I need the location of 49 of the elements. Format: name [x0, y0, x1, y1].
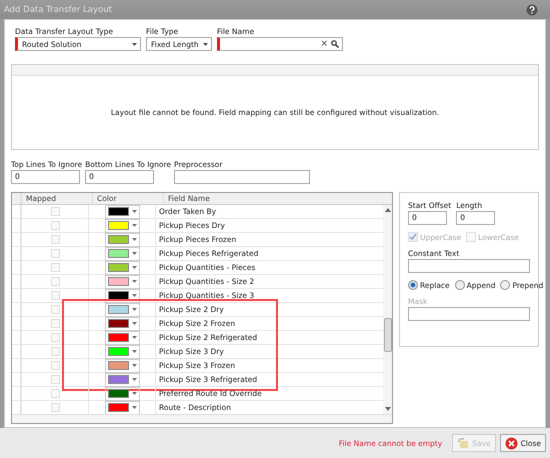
- caret-icon: [132, 378, 137, 381]
- color-picker[interactable]: [105, 260, 140, 274]
- scroll-up-icon[interactable]: [384, 208, 390, 212]
- caret-icon: [132, 350, 137, 353]
- caret-icon: [132, 252, 137, 255]
- color-picker[interactable]: [105, 246, 140, 260]
- scroll-thumb[interactable]: [384, 318, 392, 352]
- color-picker[interactable]: [105, 372, 140, 386]
- color-picker[interactable]: [105, 358, 140, 372]
- caret-icon: [132, 308, 137, 311]
- input-field[interactable]: [408, 307, 530, 321]
- color-picker[interactable]: [105, 302, 140, 316]
- radio-button[interactable]: [454, 280, 465, 290]
- radio-button[interactable]: [408, 280, 418, 290]
- radio-button[interactable]: [500, 280, 510, 290]
- caret-icon: [132, 406, 137, 409]
- input-field[interactable]: [408, 259, 530, 273]
- window-title: Add Data Transfer Layout: [4, 4, 112, 14]
- caret-icon: [132, 294, 137, 297]
- caret-icon: [132, 42, 137, 46]
- input-field[interactable]: [174, 170, 310, 184]
- search-icon[interactable]: [331, 40, 339, 48]
- scrollbar[interactable]: [12, 414, 392, 423]
- color-picker[interactable]: [105, 232, 140, 246]
- help-icon[interactable]: [526, 4, 538, 16]
- color-picker[interactable]: [105, 218, 140, 232]
- caret-icon: [132, 266, 137, 269]
- scroll-down-icon[interactable]: [384, 407, 390, 411]
- caret-icon: [132, 336, 137, 339]
- caret-icon: [203, 42, 208, 46]
- caret-icon: [132, 364, 137, 367]
- color-picker[interactable]: [105, 288, 140, 302]
- caret-icon: [132, 280, 137, 283]
- color-picker[interactable]: [105, 316, 140, 330]
- caret-icon: [132, 238, 137, 241]
- color-picker[interactable]: [105, 274, 140, 288]
- color-picker[interactable]: [105, 386, 140, 400]
- save-icon: [457, 437, 470, 449]
- color-picker[interactable]: [105, 330, 140, 344]
- color-picker[interactable]: [105, 344, 140, 358]
- clear-icon[interactable]: ×: [320, 40, 328, 48]
- caret-icon: [132, 224, 137, 227]
- color-picker[interactable]: [105, 205, 140, 218]
- caret-icon: [132, 322, 137, 325]
- close-icon: [504, 436, 518, 450]
- caret-icon: [132, 210, 137, 213]
- search-field[interactable]: ×: [217, 37, 343, 51]
- caret-icon: [132, 392, 137, 395]
- scrollbar[interactable]: [383, 205, 392, 414]
